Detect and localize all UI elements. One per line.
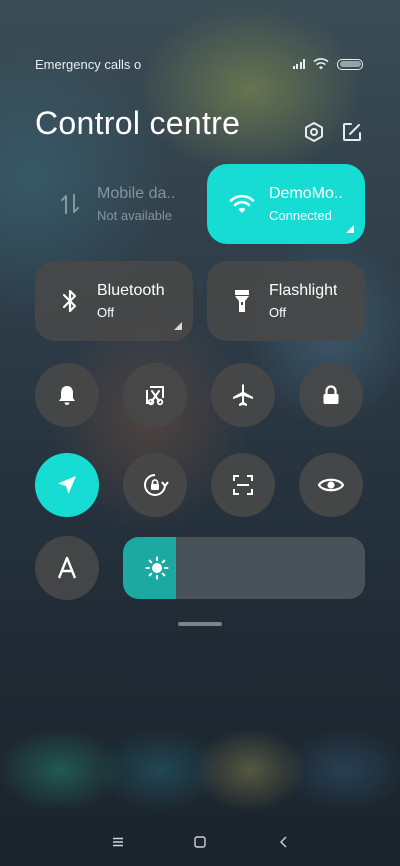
drag-handle[interactable] xyxy=(178,622,222,626)
lock-icon xyxy=(323,385,339,404)
flashlight-label: Flashlight xyxy=(269,282,338,299)
edit-icon[interactable] xyxy=(341,121,363,143)
flashlight-icon xyxy=(229,288,255,314)
font-toggle[interactable] xyxy=(35,536,99,600)
flashlight-tile[interactable]: Flashlight Off xyxy=(207,261,365,341)
lock-toggle[interactable] xyxy=(299,363,363,427)
flashlight-status: Off xyxy=(269,305,287,320)
bluetooth-status: Off xyxy=(97,305,115,320)
bluetooth-tile[interactable]: Bluetooth Off xyxy=(35,261,193,341)
eye-icon xyxy=(317,478,345,492)
location-toggle[interactable] xyxy=(35,453,99,517)
bluetooth-icon xyxy=(57,288,83,314)
home-icon[interactable] xyxy=(188,830,212,854)
rotation-lock-icon xyxy=(144,474,169,496)
sound-toggle[interactable] xyxy=(35,363,99,427)
battery-icon xyxy=(337,58,363,70)
scan-icon xyxy=(233,475,253,495)
mobile-data-status: Not available xyxy=(97,208,173,223)
wifi-tile[interactable]: DemoMo.. Connected xyxy=(207,164,365,244)
screenshot-toggle[interactable] xyxy=(123,363,187,427)
rotation-lock-toggle[interactable] xyxy=(123,453,187,517)
carrier-text: Emergency calls o xyxy=(35,56,141,72)
menu-icon[interactable] xyxy=(106,830,130,854)
brightness-slider[interactable] xyxy=(123,537,365,599)
screenshot-icon xyxy=(146,386,164,406)
mobile-data-icon xyxy=(57,191,83,217)
wifi-network-label: DemoMo.. xyxy=(269,185,343,202)
expand-corner-icon[interactable] xyxy=(346,225,354,233)
back-icon[interactable] xyxy=(272,830,296,854)
reading-mode-toggle[interactable] xyxy=(299,453,363,517)
wifi-icon xyxy=(313,58,329,70)
signal-icon xyxy=(292,59,305,69)
mobile-data-tile[interactable]: Mobile da.. Not available xyxy=(35,164,193,244)
scan-toggle[interactable] xyxy=(211,453,275,517)
status-bar: Emergency calls o xyxy=(35,55,363,73)
mobile-data-label: Mobile da.. xyxy=(97,185,176,202)
font-icon xyxy=(57,556,77,579)
wifi-icon xyxy=(229,191,255,217)
airplane-icon xyxy=(233,384,253,406)
sun-icon xyxy=(145,556,169,580)
airplane-toggle[interactable] xyxy=(211,363,275,427)
navigation-bar xyxy=(0,830,400,854)
location-icon xyxy=(58,476,76,494)
page-title: Control centre xyxy=(35,105,241,141)
settings-icon[interactable] xyxy=(303,121,325,143)
wifi-status: Connected xyxy=(269,208,332,223)
bell-icon xyxy=(59,386,75,405)
expand-corner-icon[interactable] xyxy=(174,322,182,330)
bluetooth-label: Bluetooth xyxy=(97,282,165,299)
